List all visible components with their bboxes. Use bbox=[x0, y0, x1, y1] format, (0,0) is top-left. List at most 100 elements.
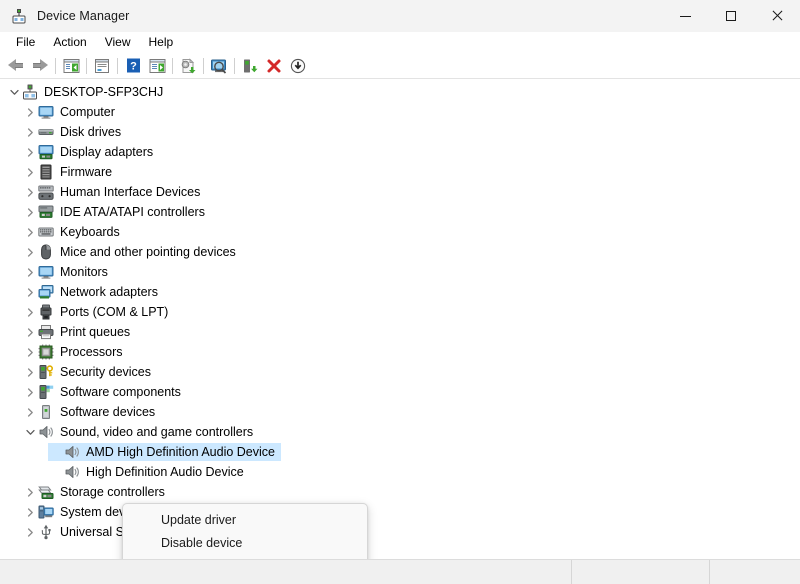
tree-row[interactable]: Monitors bbox=[0, 262, 800, 282]
tree-row[interactable]: Network adapters bbox=[0, 282, 800, 302]
tree-row-hit[interactable]: Monitors bbox=[22, 263, 114, 281]
update-driver-button[interactable] bbox=[176, 55, 200, 77]
back-button[interactable] bbox=[4, 55, 28, 77]
menu-action[interactable]: Action bbox=[44, 33, 95, 52]
tree-row[interactable]: Firmware bbox=[0, 162, 800, 182]
help-button[interactable]: ? bbox=[121, 55, 145, 77]
device-tree[interactable]: DESKTOP-SFP3CHJ Computer Disk drives Displa… bbox=[0, 79, 800, 559]
tree-row[interactable]: Computer bbox=[0, 102, 800, 122]
tree-row[interactable]: Software devices bbox=[0, 402, 800, 422]
tree-row-hit[interactable]: AMD High Definition Audio Device bbox=[48, 443, 281, 461]
tree-row[interactable]: Universal Serial Bus controllers bbox=[0, 522, 800, 542]
tree-row-hit[interactable]: Software components bbox=[22, 383, 187, 401]
chevron-right-icon[interactable] bbox=[22, 163, 38, 181]
tree-row[interactable]: Disk drives bbox=[0, 122, 800, 142]
chevron-right-icon[interactable] bbox=[22, 343, 38, 361]
tree-row[interactable]: High Definition Audio Device bbox=[0, 462, 800, 482]
tree-row[interactable]: Software components bbox=[0, 382, 800, 402]
context-menu: Update driverDisable deviceUninstall dev… bbox=[122, 503, 368, 559]
expander-placeholder bbox=[48, 463, 64, 481]
chevron-right-icon[interactable] bbox=[22, 183, 38, 201]
context-menu-item-update-driver[interactable]: Update driver bbox=[123, 508, 367, 531]
show-hide-console-tree-button[interactable] bbox=[59, 55, 83, 77]
chevron-right-icon[interactable] bbox=[22, 103, 38, 121]
tree-row-hit[interactable]: Firmware bbox=[22, 163, 118, 181]
chevron-right-icon[interactable] bbox=[22, 283, 38, 301]
tree-row-hit[interactable]: Display adapters bbox=[22, 143, 159, 161]
menu-help[interactable]: Help bbox=[140, 33, 183, 52]
tree-row[interactable]: Ports (COM & LPT) bbox=[0, 302, 800, 322]
tree-row-hit[interactable]: Ports (COM & LPT) bbox=[22, 303, 174, 321]
computer-root-icon bbox=[22, 84, 38, 100]
tree-row[interactable]: Print queues bbox=[0, 322, 800, 342]
tree-row-label: Computer bbox=[60, 104, 115, 120]
action-pane-icon bbox=[149, 58, 166, 74]
tree-row-hit[interactable]: Print queues bbox=[22, 323, 136, 341]
tree-row-hit[interactable]: Sound, video and game controllers bbox=[22, 423, 259, 441]
chevron-right-icon[interactable] bbox=[22, 223, 38, 241]
tree-row[interactable]: Storage controllers bbox=[0, 482, 800, 502]
tree-row[interactable]: DESKTOP-SFP3CHJ bbox=[0, 82, 800, 102]
tree-row-hit[interactable]: Disk drives bbox=[22, 123, 127, 141]
chevron-right-icon[interactable] bbox=[22, 503, 38, 521]
tree-row-hit[interactable]: High Definition Audio Device bbox=[48, 463, 250, 481]
maximize-button[interactable] bbox=[708, 0, 754, 32]
context-menu-item-uninstall-device[interactable]: Uninstall device bbox=[123, 554, 367, 559]
tree-row-hit[interactable]: IDE ATA/ATAPI controllers bbox=[22, 203, 211, 221]
properties-button[interactable] bbox=[90, 55, 114, 77]
tree-row[interactable]: Sound, video and game controllers bbox=[0, 422, 800, 442]
chevron-right-icon[interactable] bbox=[22, 403, 38, 421]
chevron-right-icon[interactable] bbox=[22, 143, 38, 161]
tree-row-hit[interactable]: Keyboards bbox=[22, 223, 126, 241]
close-button[interactable] bbox=[754, 0, 800, 32]
tree-row[interactable]: Security devices bbox=[0, 362, 800, 382]
chevron-right-icon[interactable] bbox=[22, 323, 38, 341]
tree-row[interactable]: Human Interface Devices bbox=[0, 182, 800, 202]
chevron-right-icon[interactable] bbox=[22, 243, 38, 261]
tree-row[interactable]: Processors bbox=[0, 342, 800, 362]
tree-row-label: Monitors bbox=[60, 264, 108, 280]
tree-row[interactable]: Display adapters bbox=[0, 142, 800, 162]
tree-row-label: Display adapters bbox=[60, 144, 153, 160]
tree-row-hit[interactable]: Human Interface Devices bbox=[22, 183, 206, 201]
tree-row-hit[interactable]: Computer bbox=[22, 103, 121, 121]
context-menu-item-disable-device[interactable]: Disable device bbox=[123, 531, 367, 554]
show-hide-action-pane-button[interactable] bbox=[145, 55, 169, 77]
toolbar: ? bbox=[0, 53, 800, 79]
tree-row-hit[interactable]: Storage controllers bbox=[22, 483, 171, 501]
toolbar-separator bbox=[234, 58, 235, 74]
chevron-right-icon[interactable] bbox=[22, 383, 38, 401]
tree-row-hit[interactable]: DESKTOP-SFP3CHJ bbox=[6, 83, 169, 101]
menu-file[interactable]: File bbox=[7, 33, 44, 52]
tree-row-hit[interactable]: Mice and other pointing devices bbox=[22, 243, 242, 261]
tree-row[interactable]: Keyboards bbox=[0, 222, 800, 242]
tree-row[interactable]: IDE ATA/ATAPI controllers bbox=[0, 202, 800, 222]
chevron-right-icon[interactable] bbox=[22, 363, 38, 381]
chevron-right-icon[interactable] bbox=[22, 523, 38, 541]
forward-button[interactable] bbox=[28, 55, 52, 77]
disable-device-button[interactable] bbox=[286, 55, 310, 77]
tree-row[interactable]: AMD High Definition Audio Device bbox=[0, 442, 800, 462]
chevron-right-icon[interactable] bbox=[22, 263, 38, 281]
tree-row-hit[interactable]: Network adapters bbox=[22, 283, 164, 301]
uninstall-device-button[interactable] bbox=[262, 55, 286, 77]
enable-device-button[interactable] bbox=[238, 55, 262, 77]
firmware-icon bbox=[38, 164, 54, 180]
chevron-down-icon[interactable] bbox=[22, 423, 38, 441]
tree-row-hit[interactable]: Security devices bbox=[22, 363, 157, 381]
chevron-right-icon[interactable] bbox=[22, 123, 38, 141]
tree-row[interactable]: System devices bbox=[0, 502, 800, 522]
chevron-right-icon[interactable] bbox=[22, 483, 38, 501]
menu-view[interactable]: View bbox=[96, 33, 140, 52]
tree-row-hit[interactable]: Software devices bbox=[22, 403, 161, 421]
chevron-right-icon[interactable] bbox=[22, 303, 38, 321]
chevron-right-icon[interactable] bbox=[22, 203, 38, 221]
scan-for-hardware-changes-button[interactable] bbox=[207, 55, 231, 77]
chevron-down-icon[interactable] bbox=[6, 83, 22, 101]
device-manager-window: Device Manager File Action View Help bbox=[0, 0, 800, 584]
tree-row-hit[interactable]: Processors bbox=[22, 343, 129, 361]
minimize-button[interactable] bbox=[662, 0, 708, 32]
arrow-right-icon bbox=[32, 59, 48, 72]
tree-row-label: Print queues bbox=[60, 324, 130, 340]
tree-row[interactable]: Mice and other pointing devices bbox=[0, 242, 800, 262]
